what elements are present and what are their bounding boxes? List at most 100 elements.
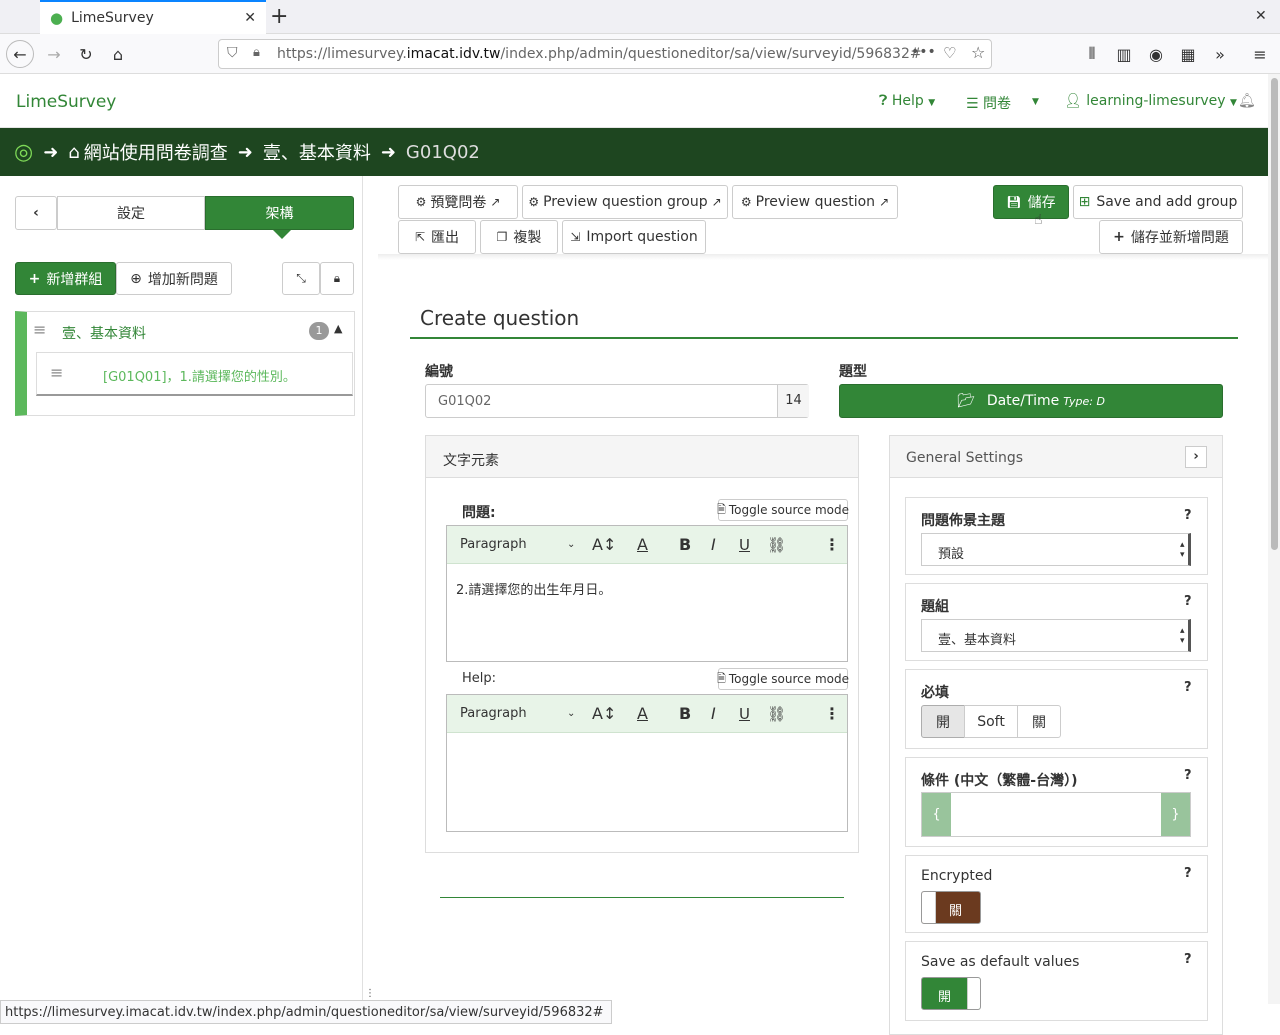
reload-icon[interactable]: ↻	[72, 40, 100, 68]
pocket-icon[interactable]: ♡	[943, 44, 956, 62]
limesurvey-logo-icon[interactable]: ◎	[14, 140, 33, 165]
question-link[interactable]: [G01Q01]，1.請選擇您的性別。	[103, 366, 296, 385]
add-question-button[interactable]: ⊕ 增加新問題	[116, 262, 232, 295]
new-tab-button[interactable]: +	[270, 4, 288, 29]
window-close-icon[interactable]: ✕	[1255, 8, 1267, 24]
mandatory-setting: 必填 ? 開 Soft 關	[905, 669, 1208, 749]
preview-group-button[interactable]: ⚙ Preview question group ↗	[522, 185, 728, 219]
question-group-value: 壹、基本資料	[938, 633, 1017, 648]
import-question-button[interactable]: ⇲ Import question	[562, 220, 706, 254]
bold-icon[interactable]: B	[679, 704, 691, 723]
tab-structure[interactable]: 架構	[205, 196, 354, 230]
save-and-add-group-button[interactable]: ⊞ Save and add group	[1073, 185, 1243, 219]
notifications-bell-icon[interactable]: 🔔︎	[1238, 93, 1256, 109]
sidebar-toggle-icon[interactable]: ▥	[1110, 40, 1138, 68]
breadcrumb-group[interactable]: 壹、基本資料	[263, 139, 371, 165]
font-size-icon[interactable]: A↕	[592, 704, 616, 723]
home-icon[interactable]: ⌂	[104, 40, 132, 68]
brand-logo[interactable]: LimeSurvey	[16, 92, 116, 112]
back-icon[interactable]: ←	[6, 40, 34, 68]
bold-icon[interactable]: B	[679, 535, 691, 554]
surveys-menu[interactable]: ☰ 問卷	[966, 93, 1011, 113]
save-button[interactable]: 💾︎ 儲存	[993, 185, 1069, 219]
menu-icon[interactable]: ≡	[1246, 40, 1274, 68]
surveys-dropdown-toggle[interactable]: ▼	[1032, 97, 1039, 107]
drag-handle-icon[interactable]: ≡	[33, 320, 46, 339]
toggle-source-mode-button[interactable]: 🗎︎ Toggle source mode	[717, 499, 849, 521]
link-icon[interactable]: ⛓	[767, 705, 786, 723]
question-type-value: Date/Time	[986, 393, 1060, 409]
help-question-icon[interactable]: ?	[1184, 952, 1192, 967]
preview-question-button[interactable]: ⚙ Preview question ↗	[732, 185, 898, 219]
extensions-icon[interactable]: ▦	[1174, 40, 1202, 68]
mandatory-on-option[interactable]: 開	[921, 705, 965, 738]
italic-icon[interactable]: I	[711, 535, 716, 554]
close-tab-icon[interactable]: ✕	[244, 10, 256, 26]
mandatory-label: 必填	[921, 685, 949, 701]
link-icon[interactable]: ⛓	[767, 536, 786, 554]
underline-icon[interactable]: U	[739, 536, 750, 554]
export-icon: ⇱	[414, 230, 426, 244]
expand-panel-button[interactable]: ›	[1185, 446, 1207, 468]
tab-settings[interactable]: 設定	[57, 196, 205, 230]
lock-button[interactable]: 🔒︎	[320, 262, 354, 295]
font-color-icon[interactable]: A	[637, 535, 648, 554]
collapse-all-button[interactable]: ⤡	[282, 262, 320, 295]
preview-survey-button[interactable]: ⚙ 預覽問卷 ↗	[398, 185, 518, 219]
question-type-selector[interactable]: 📂︎ Date/Time Type: D	[839, 384, 1223, 418]
scrollbar-thumb[interactable]	[1271, 78, 1278, 550]
list-item[interactable]: ≡ [G01Q01]，1.請選擇您的性別。	[36, 352, 353, 396]
text-elements-title: 文字元素	[443, 453, 499, 469]
user-menu[interactable]: 👤︎ learning-limesurvey ▼	[1064, 93, 1237, 109]
encrypted-value: 關	[949, 904, 963, 919]
export-button[interactable]: ⇱ 匯出	[398, 220, 476, 254]
chevron-down-icon[interactable]: ⌄	[567, 539, 575, 550]
question-theme-select[interactable]: 預設 ▴ ▾	[921, 533, 1191, 566]
italic-icon[interactable]: I	[711, 704, 716, 723]
code-field[interactable]: G01Q02 14	[425, 384, 809, 418]
account-icon[interactable]: ◉	[1142, 40, 1170, 68]
preview-survey-label: 預覽問卷	[430, 195, 487, 211]
url-bar[interactable]: ⛉ 🔒︎ https://limesurvey. imacat.idv.tw/in…	[218, 39, 992, 69]
resize-handle-icon[interactable]: ⋮	[365, 988, 375, 999]
paragraph-format-select[interactable]: Paragraph	[460, 537, 527, 552]
collapse-group-icon[interactable]: ▲	[334, 322, 342, 335]
paragraph-format-select[interactable]: Paragraph	[460, 706, 527, 721]
save-default-toggle[interactable]: 開	[921, 977, 981, 1010]
toggle-source-mode-button[interactable]: 🗎︎ Toggle source mode	[717, 668, 849, 690]
group-name-link[interactable]: 壹、基本資料	[62, 323, 146, 343]
question-theme-value: 預設	[938, 547, 965, 562]
help-question-icon[interactable]: ?	[1184, 768, 1192, 783]
mandatory-soft-option[interactable]: Soft	[964, 705, 1018, 738]
breadcrumb-survey[interactable]: 網站使用問卷調查	[84, 139, 228, 165]
mandatory-off-option[interactable]: 關	[1017, 705, 1061, 738]
more-options-icon[interactable]: ⋮	[824, 704, 840, 723]
library-icon[interactable]: ⫴	[1078, 40, 1106, 68]
app-header: LimeSurvey ❓︎ Help ▼ ☰ 問卷 ▼ 👤︎ learning-…	[0, 74, 1268, 128]
help-menu[interactable]: ❓︎ Help ▼	[879, 93, 935, 109]
help-question-icon[interactable]: ?	[1184, 508, 1192, 523]
help-question-icon[interactable]: ?	[1184, 680, 1192, 695]
question-group-select[interactable]: 壹、基本資料 ▴ ▾	[921, 619, 1191, 652]
collapse-sidebar-button[interactable]: ‹	[15, 196, 57, 230]
font-color-icon[interactable]: A	[637, 704, 648, 723]
drag-handle-icon[interactable]: ≡	[50, 363, 63, 382]
help-question-icon[interactable]: ?	[1184, 594, 1192, 609]
help-question-icon[interactable]: ?	[1184, 866, 1192, 881]
more-options-icon[interactable]: ⋮	[824, 535, 840, 554]
help-text-editor[interactable]: Paragraph ⌄ A↕ A B I U ⛓ ⋮	[446, 694, 848, 832]
forward-icon[interactable]: →	[40, 40, 68, 68]
font-size-icon[interactable]: A↕	[592, 535, 616, 554]
condition-textarea[interactable]	[951, 793, 1161, 836]
save-and-add-question-button[interactable]: + 儲存並新增問題	[1099, 220, 1243, 254]
page-actions-icon[interactable]: •••	[911, 44, 936, 60]
overflow-icon[interactable]: »	[1206, 40, 1234, 68]
add-group-button[interactable]: + 新增群組	[15, 262, 116, 295]
question-text-editor[interactable]: Paragraph ⌄ A↕ A B I U ⛓ ⋮ 2.請選擇您的出生年月日。	[446, 525, 848, 662]
chevron-down-icon[interactable]: ⌄	[567, 708, 575, 719]
encrypted-toggle[interactable]: 關	[921, 891, 981, 924]
copy-button[interactable]: ❐ 複製	[480, 220, 558, 254]
underline-icon[interactable]: U	[739, 705, 750, 723]
bookmark-star-icon[interactable]: ☆	[971, 43, 985, 62]
browser-tab[interactable]: ● LimeSurvey ✕	[40, 0, 266, 34]
